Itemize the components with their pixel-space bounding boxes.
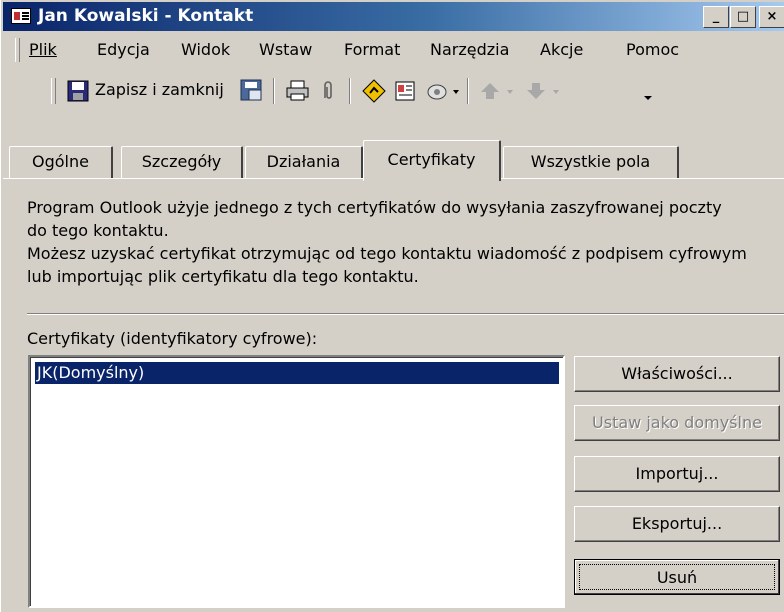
toolbar-separator	[349, 78, 351, 104]
toolbar-grip[interactable]	[51, 78, 56, 104]
toolbar-separator	[467, 78, 469, 104]
tab-szczegoly[interactable]: Szczegóły	[121, 146, 243, 178]
set-default-button[interactable]: Ustaw jako domyślne	[574, 405, 780, 441]
menu-plik[interactable]: Plik	[29, 40, 57, 59]
menu-akcje[interactable]: Akcje	[540, 40, 583, 59]
print-icon[interactable]	[285, 78, 311, 104]
new-contact-icon[interactable]	[393, 78, 419, 104]
phone-dial-icon[interactable]	[425, 78, 461, 104]
certificates-list-label: Certyfikaty (identyfikatory cyfrowe):	[27, 329, 318, 348]
tab-dzialania[interactable]: Działania	[245, 146, 363, 178]
certificates-listbox[interactable]: JK(Domyślny)	[28, 355, 565, 608]
certificates-description: Program Outlook użyje jednego z tych cer…	[27, 196, 779, 288]
save-and-close-button[interactable]: Zapisz i zamknij	[65, 78, 233, 104]
next-item-icon[interactable]	[525, 78, 565, 104]
save-as-contact-icon[interactable]	[239, 78, 265, 104]
save-icon	[67, 80, 89, 102]
close-button[interactable]: ×	[759, 6, 784, 28]
description-line: do tego kontaktu.	[27, 221, 169, 240]
tab-certyfikaty[interactable]: Certyfikaty	[363, 140, 501, 181]
section-divider	[27, 313, 784, 315]
description-line: Program Outlook użyje jednego z tych cer…	[27, 198, 722, 217]
minimize-button[interactable]: _	[703, 6, 729, 28]
menu-edycja[interactable]: Edycja	[97, 40, 150, 59]
title-bar[interactable]: Jan Kowalski - Kontakt _ □ ×	[3, 2, 784, 31]
remove-button[interactable]: Usuń	[574, 559, 780, 595]
standard-toolbar: Zapisz i zamknij	[3, 72, 784, 108]
menu-format[interactable]: Format	[344, 40, 400, 59]
certificate-list-item[interactable]: JK(Domyślny)	[35, 362, 559, 384]
menu-narzedzia[interactable]: Narzędzia	[430, 40, 509, 59]
window-title: Jan Kowalski - Kontakt	[38, 6, 254, 26]
previous-item-icon[interactable]	[479, 78, 519, 104]
attach-icon[interactable]	[317, 78, 339, 104]
description-line: lub importując plik certyfikatu dla tego…	[27, 267, 419, 286]
properties-button[interactable]: Właściwości...	[574, 356, 780, 392]
contact-window: Jan Kowalski - Kontakt _ □ × Plik Edycja…	[0, 0, 784, 612]
description-line: Możesz uzyskać certyfikat otrzymując od …	[27, 244, 747, 263]
remove-button-label: Usuń	[579, 564, 775, 590]
follow-up-flag-icon[interactable]	[361, 78, 387, 104]
export-button[interactable]: Eksportuj...	[574, 506, 780, 542]
menubar-grip[interactable]	[15, 38, 20, 62]
menu-bar: Plik Edycja Widok Wstaw Format Narzędzia…	[3, 34, 784, 66]
toolbar-options-icon[interactable]	[641, 78, 655, 104]
save-and-close-label: Zapisz i zamknij	[95, 80, 224, 99]
menu-wstaw[interactable]: Wstaw	[259, 40, 312, 59]
maximize-button[interactable]: □	[730, 6, 756, 28]
tab-wszystkie-pola[interactable]: Wszystkie pola	[503, 146, 679, 178]
menu-pomoc[interactable]: Pomoc	[626, 40, 679, 59]
contact-card-icon[interactable]	[11, 8, 31, 24]
tab-ogolne[interactable]: Ogólne	[9, 146, 113, 178]
import-button[interactable]: Importuj...	[574, 456, 780, 492]
toolbar-separator	[273, 78, 275, 104]
menu-widok[interactable]: Widok	[181, 40, 230, 59]
